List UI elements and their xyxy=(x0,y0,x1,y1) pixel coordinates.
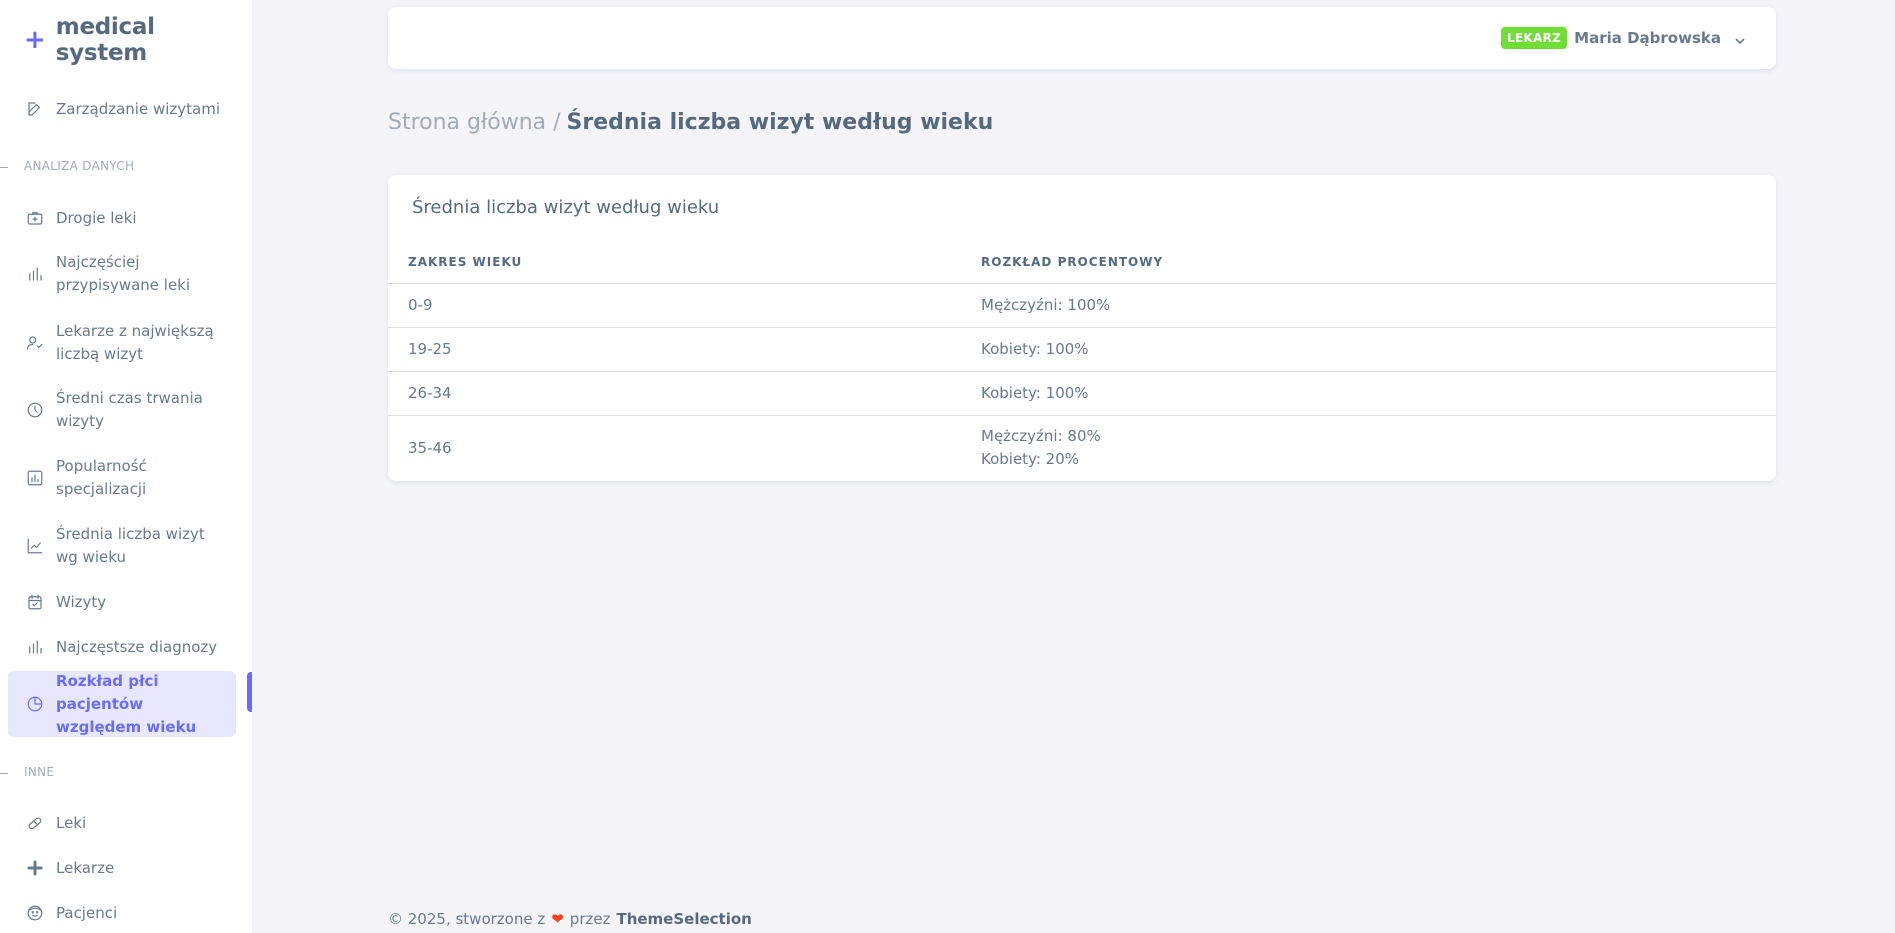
table-row: 19-25 Kobiety: 100% xyxy=(388,327,1776,372)
bar-chart-box-icon xyxy=(26,469,44,487)
distribution-cell: Kobiety: 100% xyxy=(961,371,1776,416)
sidebar-item-label: Pacjenci xyxy=(56,903,118,922)
sidebar-item-sredni-czas-trwania[interactable]: Średni czas trwania wizyty xyxy=(8,387,236,433)
age-range-cell: 26-34 xyxy=(388,371,961,416)
plus-icon: + xyxy=(24,25,46,55)
sidebar-item-label: Lekarze xyxy=(56,858,115,877)
sidebar-item-najczestsze-diagnozy[interactable]: Najczęstsze diagnozy xyxy=(8,634,236,660)
distribution-cell: Mężczyźni: 100% xyxy=(961,283,1776,328)
section-header-analiza: ANALIZA DANYCH xyxy=(24,159,135,173)
sidebar-item-lekarze[interactable]: Lekarze xyxy=(8,855,236,881)
sidebar: + medical system Zarządzanie wizytami AN… xyxy=(0,0,252,933)
sidebar-item-label: Średnia liczba wizyt wg wieku xyxy=(56,525,205,566)
top-navbar: LEKARZ Maria Dąbrowska xyxy=(388,7,1776,69)
breadcrumb-home[interactable]: Strona główna / xyxy=(388,110,561,135)
sidebar-item-popularnosc-specjalizacji[interactable]: Popularność specjalizacji xyxy=(8,455,236,501)
clock-icon xyxy=(26,401,44,419)
distribution-value: Kobiety: 100% xyxy=(981,383,1089,402)
plus-icon xyxy=(26,859,44,877)
pie-chart-icon xyxy=(26,695,44,713)
sidebar-item-wizyty[interactable]: Wizyty xyxy=(8,589,236,615)
sidebar-item-leki[interactable]: Leki xyxy=(8,810,236,836)
age-distribution-card: Średnia liczba wizyt według wieku ZAKRES… xyxy=(388,175,1776,481)
sidebar-item-label: Rozkład płci pacjentów względem wieku xyxy=(56,671,197,736)
sidebar-item-pacjenci[interactable]: Pacjenci xyxy=(8,900,236,926)
active-indicator xyxy=(247,672,252,712)
line-chart-icon xyxy=(26,537,44,555)
sidebar-item-rozklad-plci-pacjentow[interactable]: Rozkład płci pacjentów względem wieku xyxy=(8,671,236,737)
sidebar-item-lekarze-najwiecej-wizyt[interactable]: Lekarze z największą liczbą wizyt xyxy=(8,320,236,366)
page-title: Średnia liczba wizyt według wieku xyxy=(566,110,994,135)
age-range-cell: 0-9 xyxy=(388,283,961,328)
user-menu[interactable]: LEKARZ Maria Dąbrowska xyxy=(1500,27,1746,49)
footer: © 2025, stworzone z ❤ przez ThemeSelecti… xyxy=(388,910,752,928)
bar-chart-icon xyxy=(26,638,44,656)
section-header-inne: INNE xyxy=(24,765,55,779)
section-divider xyxy=(0,773,8,774)
table-row: 35-46 Mężczyźni: 80% Kobiety: 20% xyxy=(388,415,1776,481)
footer-author-link[interactable]: ThemeSelection xyxy=(616,910,751,928)
table-header-row: ZAKRES WIEKU ROZKŁAD PROCENTOWY xyxy=(388,241,1776,284)
user-check-icon xyxy=(26,334,44,352)
section-divider xyxy=(0,167,8,168)
table-row: 26-34 Kobiety: 100% xyxy=(388,371,1776,416)
breadcrumb: Strona główna / Średnia liczba wizyt wed… xyxy=(388,110,993,135)
sidebar-item-label: Najczęściej przypisywane leki xyxy=(56,253,191,294)
distribution-value: Mężczyźni: 100% xyxy=(981,295,1111,314)
sidebar-item-label: Drogie leki xyxy=(56,208,137,227)
pill-icon xyxy=(26,814,44,832)
chevron-down-icon[interactable] xyxy=(1734,32,1746,45)
card-title: Średnia liczba wizyt według wieku xyxy=(412,197,720,218)
footer-by: przez xyxy=(569,910,611,928)
distribution-value: Kobiety: 20% xyxy=(981,450,1080,469)
sidebar-item-label: Średni czas trwania wizyty xyxy=(56,389,203,430)
brand-name: medical system xyxy=(55,14,155,66)
age-range-cell: 19-25 xyxy=(388,327,961,372)
sidebar-item-label: Zarządzanie wizytami xyxy=(56,99,220,118)
sidebar-item-srednia-liczba-wizyt-wg-wieku[interactable]: Średnia liczba wizyt wg wieku xyxy=(8,523,236,569)
age-range-cell: 35-46 xyxy=(408,439,452,458)
distribution-value: Kobiety: 100% xyxy=(981,339,1089,358)
distribution-cell: Mężczyźni: 80% Kobiety: 20% xyxy=(961,415,1776,481)
sidebar-item-label: Leki xyxy=(56,813,87,832)
column-header-distribution: ROZKŁAD PROCENTOWY xyxy=(961,241,1776,284)
age-distribution-table: ZAKRES WIEKU ROZKŁAD PROCENTOWY 0-9 Mężc… xyxy=(388,241,1776,481)
sidebar-item-najczesciej-przypisywane-leki[interactable]: Najczęściej przypisywane leki xyxy=(8,251,236,297)
sidebar-item-label: Lekarze z największą liczbą wizyt xyxy=(56,322,214,363)
edit-icon xyxy=(26,100,44,118)
brand-logo[interactable]: + medical system xyxy=(24,14,252,66)
distribution-cell: Kobiety: 100% xyxy=(961,327,1776,372)
briefcase-medical-icon xyxy=(26,209,44,227)
user-name: Maria Dąbrowska xyxy=(1574,29,1721,47)
role-badge: LEKARZ xyxy=(1500,27,1568,49)
footer-prefix: © 2025, stworzone z xyxy=(388,910,546,928)
heart-icon: ❤ xyxy=(551,910,564,928)
calendar-check-icon xyxy=(26,593,44,611)
table-row: 0-9 Mężczyźni: 100% xyxy=(388,283,1776,328)
sidebar-item-drogie-leki[interactable]: Drogie leki xyxy=(8,205,236,231)
sidebar-item-zarzadzanie-wizytami[interactable]: Zarządzanie wizytami xyxy=(8,96,236,122)
bar-chart-icon xyxy=(26,265,44,283)
face-icon xyxy=(26,904,44,922)
sidebar-item-label: Wizyty xyxy=(56,592,107,611)
sidebar-item-label: Najczęstsze diagnozy xyxy=(56,637,218,656)
sidebar-item-label: Popularność specjalizacji xyxy=(56,457,147,498)
column-header-age-range: ZAKRES WIEKU xyxy=(388,241,961,284)
distribution-value: Mężczyźni: 80% xyxy=(981,427,1101,446)
